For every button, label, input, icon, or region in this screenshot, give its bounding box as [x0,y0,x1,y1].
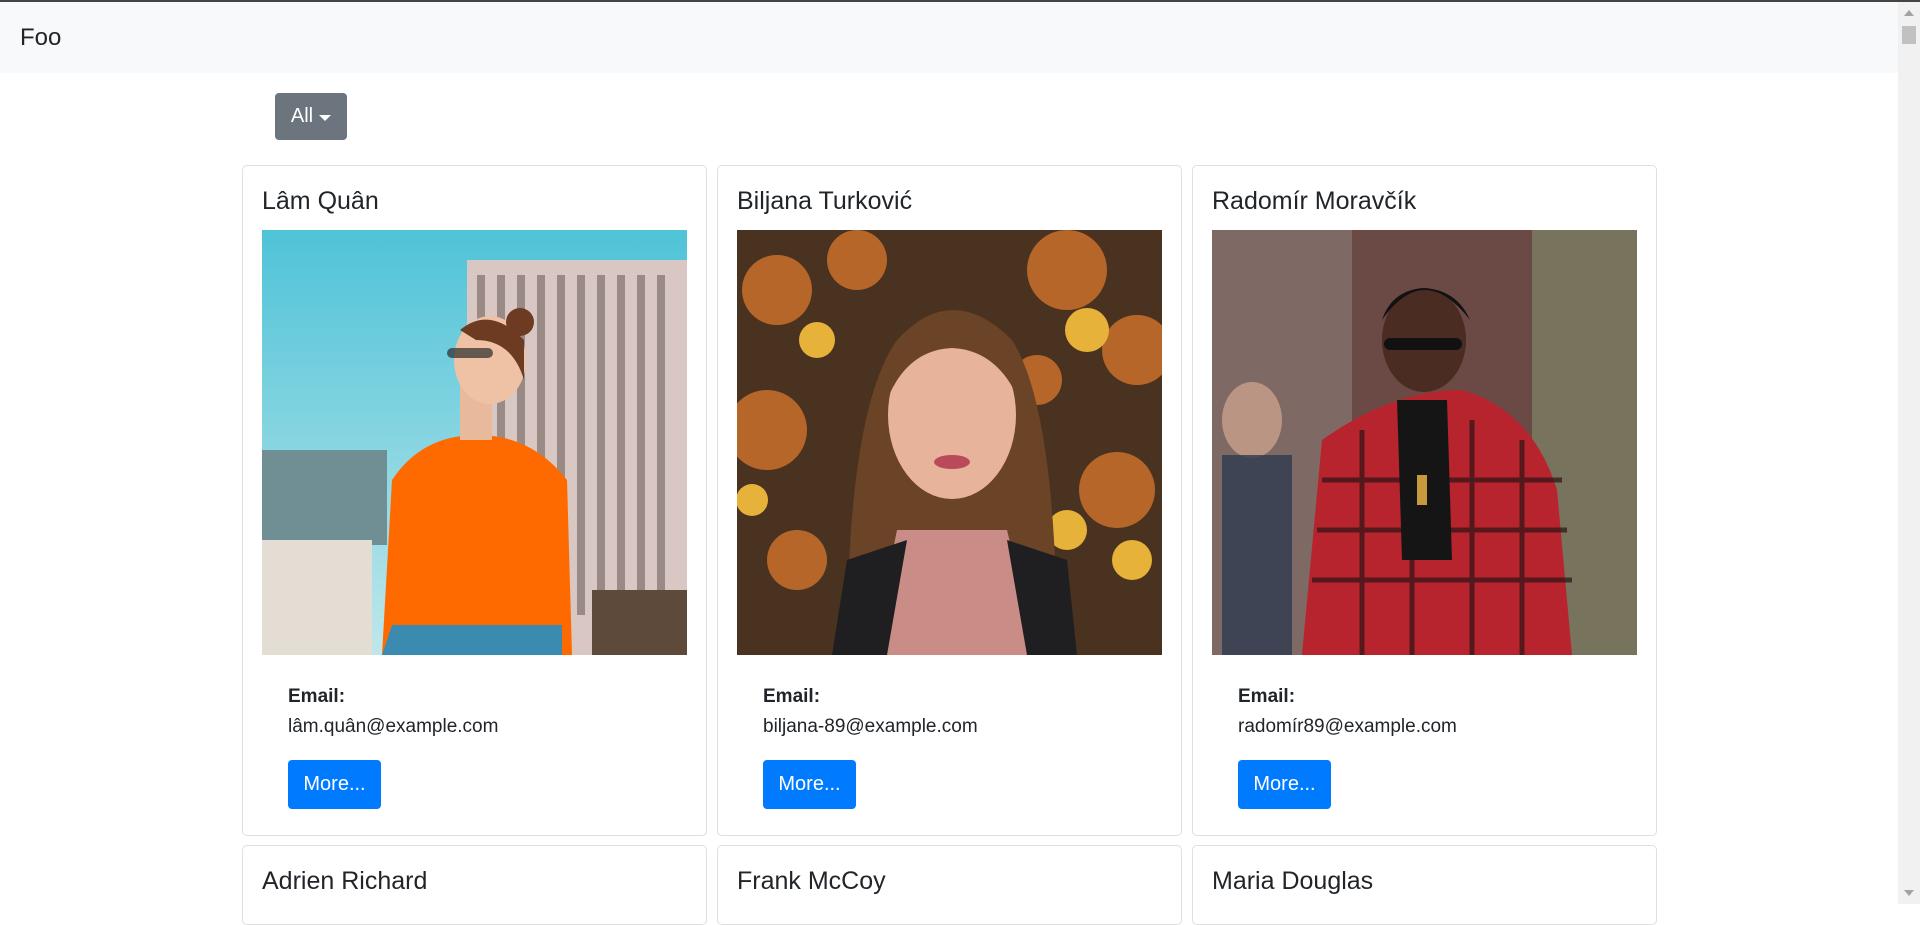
card-title: Maria Douglas [1212,867,1374,895]
card-title: Adrien Richard [262,867,428,895]
person-card: Maria Douglas [1192,845,1657,925]
navbar-brand[interactable]: Foo [20,24,61,52]
email-label: Email: [1238,686,1296,707]
filter-dropdown-label: All [290,105,314,127]
email-label: Email: [763,686,821,707]
card-title: Lâm Quân [262,187,379,215]
filter-dropdown-button[interactable]: All [275,93,347,140]
person-card: Frank McCoy [717,845,1182,925]
more-button[interactable]: More... [288,760,381,809]
email-label: Email: [288,686,346,707]
email-value: lâm.quân@example.com [288,716,499,737]
person-photo [1212,230,1637,655]
caret-down-icon [319,114,332,121]
person-photo [737,230,1162,655]
scroll-down-icon[interactable] [1904,890,1914,896]
person-card: Lâm Quân Email: lâm.quân@example.com Mor… [242,165,707,836]
email-value: radomír89@example.com [1238,716,1457,737]
navbar: Foo [0,2,1898,73]
person-photo [262,230,687,655]
card-title: Radomír Moravčík [1212,187,1417,215]
card-title: Biljana Turković [737,187,913,215]
person-card: Adrien Richard [242,845,707,925]
more-button[interactable]: More... [1238,760,1331,809]
card-title: Frank McCoy [737,867,886,895]
person-card: Radomír Moravčík Email: radomír89@exampl… [1192,165,1657,836]
scroll-up-icon[interactable] [1904,10,1914,16]
scrollbar-thumb[interactable] [1902,26,1916,44]
person-card: Biljana Turković Email: biljana-89@examp… [717,165,1182,836]
vertical-scrollbar[interactable] [1898,2,1920,904]
more-button[interactable]: More... [763,760,856,809]
email-value: biljana-89@example.com [763,716,978,737]
